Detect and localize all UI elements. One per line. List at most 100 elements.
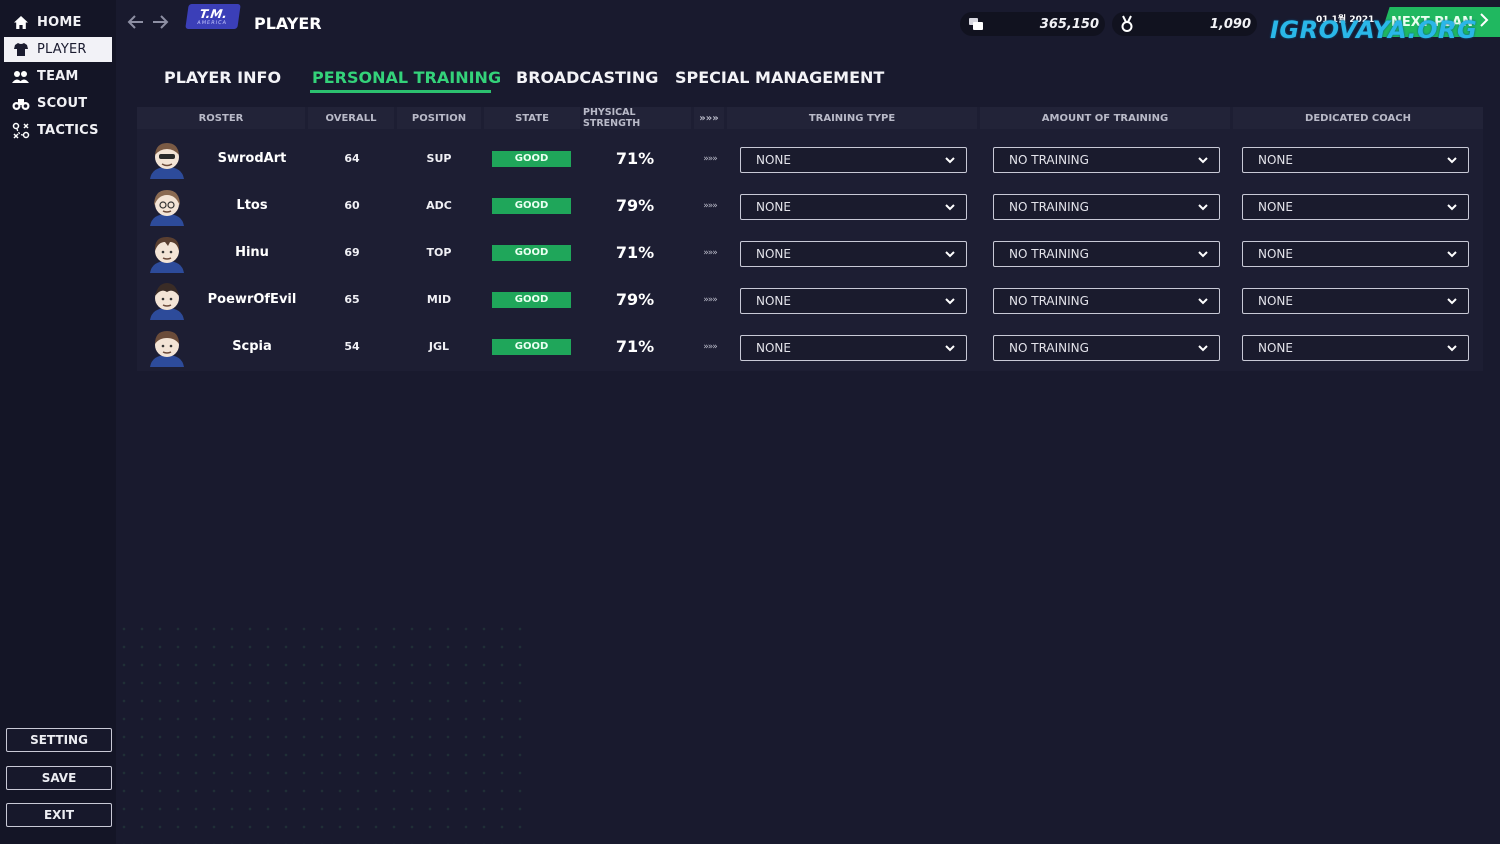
tm-logo: T.M. AMERICA — [185, 4, 241, 29]
tactics-icon — [12, 122, 30, 139]
table-row: Ltos 60 ADC GOOD 79% »»» NONE NO TRAININ… — [137, 182, 1483, 229]
amount-of-training-select[interactable]: NO TRAINING — [993, 288, 1220, 314]
select-value: NONE — [756, 341, 791, 355]
money-display: 365,150 — [960, 12, 1105, 36]
tab-personal-training[interactable]: PERSONAL TRAINING — [312, 68, 501, 87]
physical-strength-value: 71% — [615, 149, 655, 168]
sidebar-item-player[interactable]: PLAYER — [4, 37, 112, 62]
watermark: IGROVAYA.ORG — [1270, 16, 1478, 44]
header-state: STATE — [484, 107, 580, 129]
training-type-select[interactable]: NONE — [740, 194, 967, 220]
chevron-down-icon — [944, 248, 956, 260]
position-value: TOP — [426, 246, 452, 259]
back-arrow-icon[interactable] — [127, 12, 145, 36]
player-name: Hinu — [235, 245, 269, 260]
overall-value: 64 — [344, 152, 360, 165]
select-value: NONE — [1258, 153, 1293, 167]
home-icon — [12, 15, 30, 31]
fans-value: 1,090 — [1209, 16, 1251, 32]
active-tab-underline — [310, 90, 491, 93]
table-row: PoewrOfEvil 65 MID GOOD 79% »»» NONE NO … — [137, 276, 1483, 323]
sidebar-item-label: HOME — [37, 15, 82, 30]
overall-value: 69 — [344, 246, 360, 259]
select-value: NONE — [756, 200, 791, 214]
sidebar-item-label: PLAYER — [37, 42, 87, 57]
sidebar-item-scout[interactable]: SCOUT — [4, 91, 112, 116]
avatar — [145, 323, 189, 370]
physical-strength-value: 71% — [615, 243, 655, 262]
team-icon — [12, 69, 30, 85]
save-button[interactable]: SAVE — [6, 766, 112, 790]
dedicated-coach-select[interactable]: NONE — [1242, 335, 1469, 361]
physical-strength-value: 71% — [615, 337, 655, 356]
header-training-type: TRAINING TYPE — [727, 107, 977, 129]
fans-display: 1,090 — [1112, 12, 1257, 36]
tab-special-management[interactable]: SPECIAL MANAGEMENT — [675, 68, 884, 87]
dedicated-coach-select[interactable]: NONE — [1242, 288, 1469, 314]
select-value: NONE — [1258, 294, 1293, 308]
chevron-right-icon — [1479, 13, 1489, 31]
sidebar-item-home[interactable]: HOME — [4, 10, 112, 35]
state-cell: GOOD — [492, 229, 571, 276]
amount-of-training-select[interactable]: NO TRAINING — [993, 194, 1220, 220]
amount-of-training-select[interactable]: NO TRAINING — [993, 241, 1220, 267]
table-row: Scpia 54 JGL GOOD 71% »»» NONE NO TRAINI… — [137, 323, 1483, 370]
chevron-down-icon — [1446, 248, 1458, 260]
avatar — [145, 276, 189, 323]
header-overall: OVERALL — [308, 107, 394, 129]
header-amount-of-training: AMOUNT OF TRAINING — [980, 107, 1230, 129]
state-cell: GOOD — [492, 276, 571, 323]
training-type-select[interactable]: NONE — [740, 241, 967, 267]
dedicated-coach-select[interactable]: NONE — [1242, 194, 1469, 220]
state-cell: GOOD — [492, 182, 571, 229]
physical-strength-value: 79% — [615, 196, 655, 215]
header-roster: ROSTER — [137, 107, 305, 129]
position-value: SUP — [426, 152, 452, 165]
avatar — [145, 135, 189, 182]
setting-button[interactable]: SETTING — [6, 728, 112, 752]
training-type-select[interactable]: NONE — [740, 335, 967, 361]
money-stack-icon — [968, 16, 984, 36]
physical-strength-value: 79% — [615, 290, 655, 309]
tab-player-info[interactable]: PLAYER INFO — [164, 68, 281, 87]
money-value: 365,150 — [1039, 16, 1099, 32]
position-value: ADC — [426, 199, 452, 212]
player-shirt-icon — [12, 42, 30, 58]
header-physical-strength: PHYSICAL STRENGTH — [583, 107, 691, 129]
avatar — [145, 182, 189, 229]
arrow-indicator: »»» — [703, 153, 718, 164]
exit-button[interactable]: EXIT — [6, 803, 112, 827]
status-badge: GOOD — [492, 338, 571, 355]
select-value: NONE — [1258, 341, 1293, 355]
sidebar-item-tactics[interactable]: TACTICS — [4, 118, 112, 143]
player-name: Scpia — [232, 339, 272, 354]
training-type-select[interactable]: NONE — [740, 288, 967, 314]
header-position: POSITION — [397, 107, 481, 129]
sidebar: HOME PLAYER TEAM SCOUT TACTICS SETTING S… — [0, 0, 116, 844]
dedicated-coach-select[interactable]: NONE — [1242, 241, 1469, 267]
player-name: PoewrOfEvil — [207, 292, 297, 307]
table-row: Hinu 69 TOP GOOD 71% »»» NONE NO TRAININ… — [137, 229, 1483, 276]
sidebar-item-label: TACTICS — [37, 123, 99, 138]
player-name: Ltos — [236, 198, 268, 213]
binoculars-icon — [12, 96, 30, 112]
dedicated-coach-select[interactable]: NONE — [1242, 147, 1469, 173]
status-badge: GOOD — [492, 291, 571, 308]
header-arrow: »»» — [694, 107, 724, 129]
select-value: NONE — [1258, 200, 1293, 214]
amount-of-training-select[interactable]: NO TRAINING — [993, 335, 1220, 361]
tab-broadcasting[interactable]: BROADCASTING — [516, 68, 658, 87]
chevron-down-icon — [1446, 295, 1458, 307]
forward-arrow-icon[interactable] — [151, 12, 169, 36]
select-value: NONE — [756, 294, 791, 308]
chevron-down-icon — [944, 201, 956, 213]
training-type-select[interactable]: NONE — [740, 147, 967, 173]
overall-value: 54 — [344, 340, 360, 353]
arrow-indicator: »»» — [703, 341, 718, 352]
chevron-down-icon — [1446, 154, 1458, 166]
background-dots-decoration — [115, 620, 535, 844]
sidebar-item-label: SCOUT — [37, 96, 88, 111]
sidebar-item-team[interactable]: TEAM — [4, 64, 112, 89]
select-value: NONE — [756, 153, 791, 167]
amount-of-training-select[interactable]: NO TRAINING — [993, 147, 1220, 173]
